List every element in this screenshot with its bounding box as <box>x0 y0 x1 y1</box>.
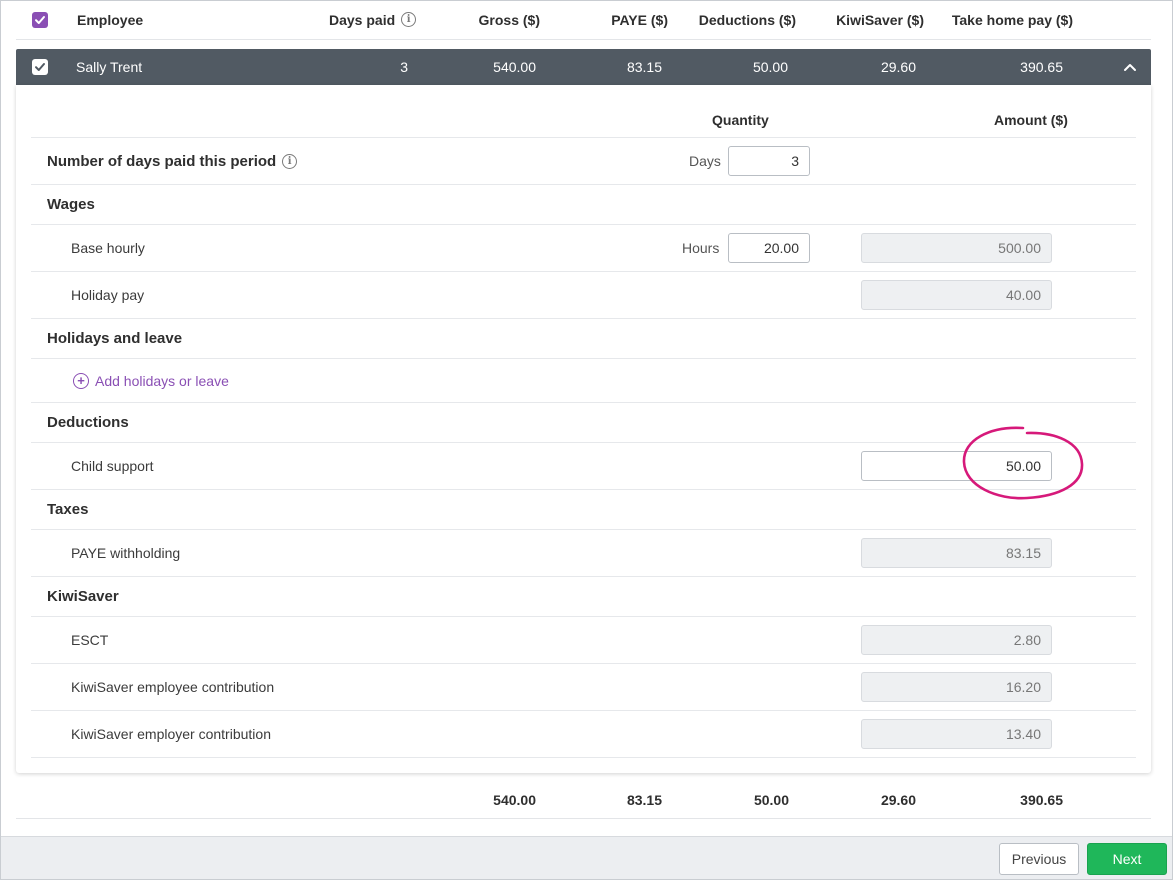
taxes-title: Taxes <box>47 501 89 518</box>
deductions-title: Deductions <box>47 414 129 431</box>
days-paid-label: Number of days paid this period i <box>47 138 298 184</box>
employer-contribution-amount <box>861 719 1052 749</box>
paye-withholding-amount <box>861 538 1052 568</box>
col-gross: Gross ($) <box>478 11 540 28</box>
total-deductions: 50.00 <box>753 792 789 808</box>
plus-circle-icon: + <box>73 372 89 389</box>
footer-bar: Previous Next <box>1 836 1172 879</box>
base-hourly-amount <box>861 233 1052 263</box>
detail-header-row: Quantity Amount ($) <box>31 103 1136 138</box>
total-paye: 83.15 <box>626 792 662 808</box>
select-all-checkbox[interactable] <box>32 0 48 39</box>
paye-withholding-label: PAYE withholding <box>71 545 181 561</box>
employee-paye: 83.15 <box>626 59 662 75</box>
checkmark-icon <box>32 11 48 28</box>
esct-row: ESCT <box>31 617 1136 664</box>
add-holidays-link[interactable]: + Add holidays or leave <box>73 359 229 402</box>
taxes-section: Taxes <box>31 490 1136 530</box>
wages-title: Wages <box>47 196 95 213</box>
days-paid-label-text: Number of days paid this period <box>47 152 277 170</box>
hours-input[interactable] <box>728 233 810 263</box>
hours-unit: Hours <box>682 240 720 256</box>
col-take-home: Take home pay ($) <box>951 11 1073 28</box>
total-take-home: 390.65 <box>1020 792 1063 808</box>
checkmark-icon <box>32 59 48 75</box>
esct-amount <box>861 625 1052 655</box>
kiwisaver-title: KiwiSaver <box>47 588 119 605</box>
kiwisaver-section: KiwiSaver <box>31 577 1136 617</box>
base-hourly-label: Base hourly <box>71 240 145 256</box>
base-hourly-row: Base hourly Hours <box>31 225 1136 272</box>
collapse-button[interactable] <box>1123 49 1137 85</box>
deductions-section: Deductions <box>31 403 1136 443</box>
add-holidays-row: + Add holidays or leave <box>31 359 1136 403</box>
col-kiwisaver: KiwiSaver ($) <box>836 11 924 28</box>
col-employee: Employee <box>77 11 144 28</box>
days-paid-row: Number of days paid this period i Days <box>31 138 1136 185</box>
total-gross: 540.00 <box>493 792 536 808</box>
employee-deductions: 50.00 <box>752 59 788 75</box>
holidays-title: Holidays and leave <box>47 330 183 347</box>
total-kiwisaver: 29.60 <box>880 792 916 808</box>
info-icon[interactable]: i <box>401 12 417 27</box>
employee-detail-panel: Quantity Amount ($) Number of days paid … <box>16 85 1151 773</box>
employee-kiwisaver: 29.60 <box>880 59 916 75</box>
esct-label: ESCT <box>71 632 109 648</box>
next-button[interactable]: Next <box>1087 843 1167 875</box>
days-input[interactable] <box>728 146 810 176</box>
child-support-label: Child support <box>71 458 154 474</box>
amount-header: Amount ($) <box>994 112 1068 128</box>
child-support-row: Child support <box>31 443 1136 490</box>
previous-button[interactable]: Previous <box>999 843 1079 875</box>
employer-contribution-label: KiwiSaver employer contribution <box>71 726 271 742</box>
employer-contribution-row: KiwiSaver employer contribution <box>31 711 1136 758</box>
info-icon[interactable]: i <box>282 153 298 169</box>
table-header: Employee Days paid i Gross ($) PAYE ($) … <box>16 0 1151 40</box>
employee-name: Sally Trent <box>76 59 143 75</box>
totals-row: 540.00 83.15 50.00 29.60 390.65 <box>16 782 1151 819</box>
col-deductions: Deductions ($) <box>698 11 796 28</box>
employee-row[interactable]: Sally Trent 3 540.00 83.15 50.00 29.60 3… <box>16 49 1151 85</box>
chevron-up-icon <box>1124 64 1136 71</box>
paye-withholding-row: PAYE withholding <box>31 530 1136 577</box>
employee-contribution-label: KiwiSaver employee contribution <box>71 679 275 695</box>
child-support-input[interactable] <box>861 451 1052 481</box>
employee-take-home: 390.65 <box>1020 59 1063 75</box>
employee-contribution-amount <box>861 672 1052 702</box>
quantity-header: Quantity <box>712 112 769 128</box>
col-paye: PAYE ($) <box>611 11 668 28</box>
employee-checkbox[interactable] <box>32 49 48 85</box>
holiday-pay-amount <box>861 280 1052 310</box>
employee-gross: 540.00 <box>493 59 536 75</box>
employee-days-paid: 3 <box>400 59 408 75</box>
holiday-pay-label: Holiday pay <box>71 287 145 303</box>
holidays-section: Holidays and leave <box>31 319 1136 359</box>
wages-section: Wages <box>31 185 1136 225</box>
days-unit: Days <box>689 153 721 169</box>
employee-contribution-row: KiwiSaver employee contribution <box>31 664 1136 711</box>
add-holidays-label: Add holidays or leave <box>95 372 229 389</box>
col-days-paid: Days paid i <box>329 0 417 39</box>
col-days-paid-label: Days paid <box>329 11 396 28</box>
holiday-pay-row: Holiday pay <box>31 272 1136 319</box>
